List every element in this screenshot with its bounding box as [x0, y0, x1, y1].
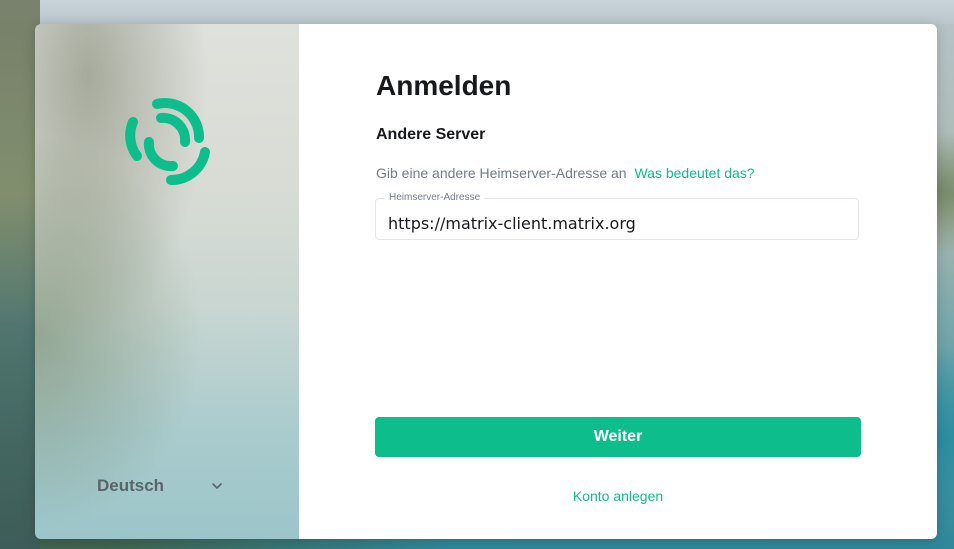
help-link[interactable]: Was bedeutet das? [634, 165, 754, 181]
page-title: Anmelden [376, 70, 512, 101]
server-section-heading: Andere Server [376, 126, 486, 143]
language-dropdown[interactable]: Deutsch [97, 474, 257, 498]
homeserver-input[interactable] [376, 199, 858, 239]
homeserver-label: Heimserver-Adresse [385, 192, 485, 203]
auth-body: Anmelden Andere Server Gib eine andere H… [299, 24, 937, 539]
server-description: Gib eine andere Heimserver-Adresse an Wa… [376, 165, 755, 181]
element-logo-icon [125, 98, 210, 186]
language-selected: Deutsch [97, 476, 165, 495]
auth-dialog: Deutsch Anmelden Andere Server Gib eine … [35, 24, 937, 539]
background-mountain [0, 0, 40, 549]
server-description-text: Gib eine andere Heimserver-Adresse an [376, 165, 627, 181]
homeserver-field: Heimserver-Adresse [375, 192, 859, 240]
create-account-link[interactable]: Konto anlegen [375, 488, 861, 504]
auth-sidebar: Deutsch [35, 24, 299, 539]
background-sky [0, 0, 954, 24]
continue-button[interactable]: Weiter [375, 417, 861, 457]
chevron-down-icon [212, 483, 222, 489]
